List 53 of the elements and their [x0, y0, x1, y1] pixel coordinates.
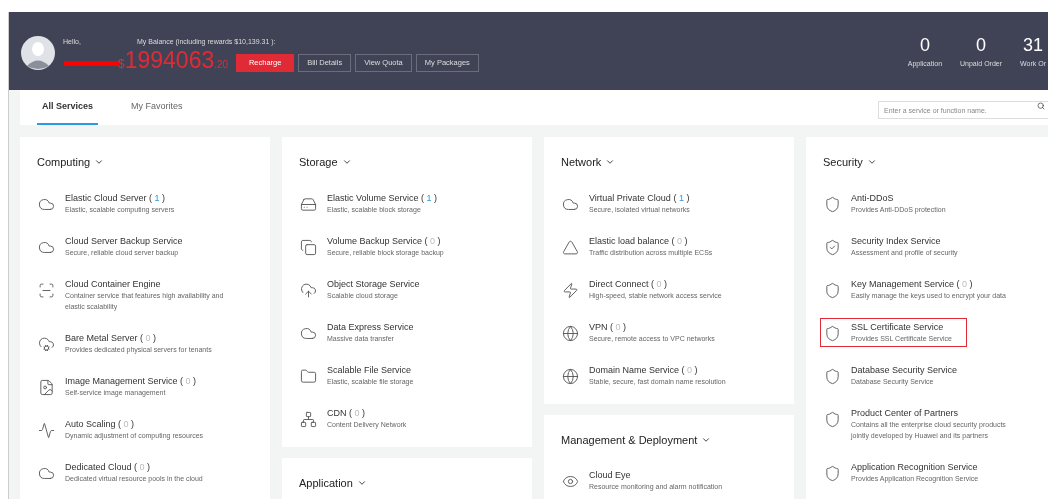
service-name: Object Storage Service	[327, 277, 420, 290]
redaction-mark	[64, 60, 119, 66]
service-name: Direct Connect ( 0 )	[589, 277, 669, 290]
file-icon	[38, 378, 55, 396]
service-name: VPN ( 0 )	[589, 320, 628, 333]
service-name: Cloud Container Engine	[65, 277, 162, 290]
service-name: Cloud Eye	[589, 469, 632, 481]
shield-icon	[824, 464, 841, 482]
category-header[interactable]: Computing	[37, 154, 253, 171]
tab[interactable]: My Favorites	[126, 90, 188, 125]
service-name: Image Management Service ( 0 )	[65, 374, 197, 387]
shield-icon	[824, 367, 841, 385]
balance-amount: $1994063.20	[118, 48, 229, 72]
cloud-upload-icon	[300, 281, 317, 299]
service-name: Anti-DDoS	[851, 191, 895, 204]
service-name: SSL Certificate Service	[851, 320, 945, 333]
globe-icon	[562, 324, 579, 342]
search-icon	[1037, 101, 1045, 110]
service-name: Auto Scaling ( 0 )	[65, 417, 136, 430]
service-name: Elastic Cloud Server ( 1 )	[65, 191, 167, 204]
category-header[interactable]: Management & Deployment	[561, 431, 777, 448]
category-header[interactable]: Storage	[299, 154, 515, 171]
shield-icon	[824, 195, 841, 213]
shield-icon	[824, 238, 841, 256]
category-header[interactable]: Security	[823, 154, 1039, 171]
service-name: Bare Metal Server ( 0 )	[65, 331, 158, 344]
service-name: Cloud Server Backup Service	[65, 234, 183, 247]
frame-icon	[38, 281, 55, 299]
connector-icon	[562, 281, 579, 299]
service-name: Scalable File Service	[327, 363, 413, 376]
category-header[interactable]: Application	[299, 474, 515, 491]
service-name: Data Express Service	[327, 320, 414, 333]
cloud-icon	[38, 335, 55, 353]
tab[interactable]: All Services	[37, 90, 99, 125]
service-name: Elastic Volume Service ( 1 )	[327, 191, 438, 204]
shield-icon	[824, 410, 841, 428]
shield-icon	[824, 281, 841, 299]
service-name: Database Security Service	[851, 363, 958, 376]
service-name: Application Recognition Service	[851, 460, 979, 473]
shield-icon	[824, 324, 841, 342]
network-icon	[300, 410, 317, 428]
service-name: Virtual Private Cloud ( 1 )	[589, 191, 690, 204]
service-name: Product Center of Partners	[851, 406, 960, 419]
triangle-icon	[562, 238, 579, 256]
service-name: Security Index Service	[851, 234, 942, 247]
service-name: Dedicated Cloud ( 0 )	[65, 460, 152, 473]
category-header[interactable]: Network	[561, 154, 777, 171]
eye-icon	[562, 473, 579, 490]
globe-icon	[562, 367, 579, 385]
copy-icon	[300, 238, 317, 256]
service-name: CDN ( 0 )	[327, 406, 367, 419]
avatar-icon	[21, 36, 55, 70]
folder-icon	[300, 367, 317, 385]
